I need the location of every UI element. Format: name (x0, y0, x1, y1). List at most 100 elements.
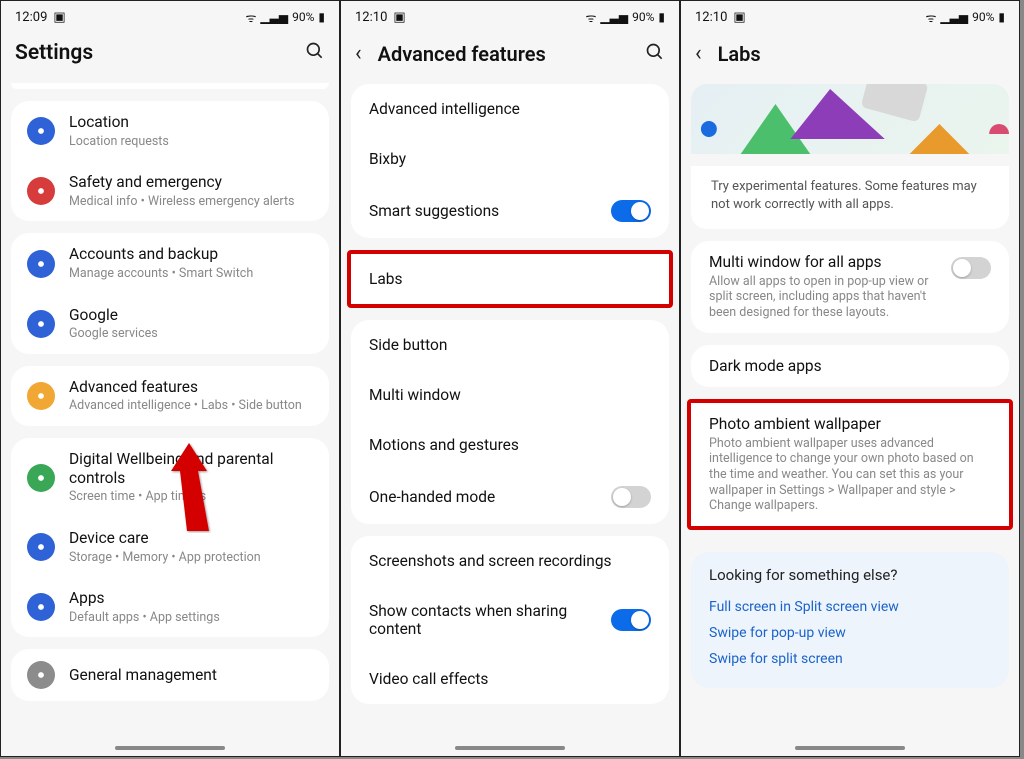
item-title: Apps (69, 589, 313, 608)
feature-label: Motions and gestures (369, 436, 651, 454)
back-button[interactable]: ‹ (355, 41, 364, 66)
status-time: 12:10 (695, 10, 727, 25)
item-subtitle: Location requests (69, 134, 313, 150)
settings-item-apps[interactable]: AppsDefault apps • App settings (11, 577, 329, 637)
settings-item-google[interactable]: GoogleGoogle services (11, 294, 329, 354)
battery-icon: ▮ (998, 10, 1005, 24)
feature-label: Multi window (369, 386, 651, 404)
labs-item-title: Dark mode apps (709, 357, 991, 376)
item-subtitle: Medical info • Wireless emergency alerts (69, 194, 313, 210)
page-title: Settings (15, 41, 291, 65)
feature-label: Show contacts when sharing content (369, 602, 611, 638)
feature-item-advanced-intelligence[interactable]: Advanced intelligence (351, 84, 669, 134)
labs-item-title: Multi window for all apps (709, 253, 939, 272)
search-icon (645, 42, 665, 62)
gesture-handle[interactable] (795, 746, 905, 750)
settings-group: Location Location requests Safety and emer… (11, 101, 329, 221)
header: ‹ Labs (681, 33, 1019, 84)
labs-item-multi-window-for-all-apps[interactable]: Multi window for all apps Allow all apps … (691, 241, 1009, 332)
search-icon (305, 41, 325, 61)
settings-item-safety-and-emergency[interactable]: Safety and emergency Medical info • Wirel… (11, 161, 329, 221)
settings-item-general-management[interactable]: General management (11, 649, 329, 701)
settings-group: Accounts and backupManage accounts • Sma… (11, 233, 329, 353)
signal-icon: ▁▃▅ (940, 10, 968, 24)
feature-item-smart-suggestions[interactable]: Smart suggestions (351, 184, 669, 238)
help-link[interactable]: Swipe for pop-up view (709, 620, 991, 646)
settings-item-accounts-and-backup[interactable]: Accounts and backupManage accounts • Sma… (11, 233, 329, 293)
feature-item-bixby[interactable]: Bixby (351, 134, 669, 184)
labs-item-dark-mode-apps[interactable]: Dark mode apps (691, 345, 1009, 388)
screen-labs: 12:10 ▣ ᯤ ▁▃▅ 90% ▮ ‹ Labs Try experimen… (680, 0, 1020, 757)
help-link[interactable]: Full screen in Split screen view (709, 594, 991, 620)
item-subtitle: Manage accounts • Smart Switch (69, 266, 313, 282)
feature-label: One-handed mode (369, 488, 611, 506)
feature-label: Advanced intelligence (369, 100, 651, 118)
settings-item-location[interactable]: Location Location requests (11, 101, 329, 161)
gear-icon (27, 382, 55, 410)
help-card: Looking for something else?Full screen i… (691, 552, 1009, 688)
feature-group: Side button Multi window Motions and gestu… (351, 320, 669, 524)
labs-list: Try experimental features. Some features… (681, 84, 1019, 756)
item-subtitle: Storage • Memory • App protection (69, 550, 313, 566)
feature-group: Labs (347, 250, 673, 308)
battery-icon: ▮ (658, 10, 665, 24)
item-title: General management (69, 666, 313, 685)
labs-item-desc: Allow all apps to open in pop-up view or… (709, 274, 939, 321)
settings-list: Location Location requests Safety and emer… (1, 83, 339, 756)
screen-advanced-features: 12:10 ▣ ᯤ ▁▃▅ 90% ▮ ‹ Advanced features … (340, 0, 680, 757)
item-subtitle: Google services (69, 326, 313, 342)
search-button[interactable] (305, 41, 325, 65)
feature-item-side-button[interactable]: Side button (351, 320, 669, 370)
toggle-switch[interactable] (951, 257, 991, 279)
battery-text: 90% (292, 10, 314, 24)
screenshot-icon: ▣ (393, 10, 405, 25)
labs-intro: Try experimental features. Some features… (691, 166, 1009, 229)
siren-icon (27, 177, 55, 205)
feature-item-labs[interactable]: Labs (351, 254, 669, 304)
back-button[interactable]: ‹ (695, 41, 704, 66)
feature-item-video-call-effects[interactable]: Video call effects (351, 654, 669, 704)
gesture-handle[interactable] (455, 746, 565, 750)
screenshot-icon: ▣ (53, 10, 65, 25)
toggle-switch[interactable] (611, 609, 651, 631)
toggle-switch[interactable] (611, 486, 651, 508)
management-icon (27, 661, 55, 689)
feature-item-screenshots-and-screen-recordings[interactable]: Screenshots and screen recordings (351, 536, 669, 586)
item-subtitle: Screen time • App timers (69, 489, 313, 505)
sync-icon (27, 250, 55, 278)
location-icon (27, 117, 55, 145)
settings-item-advanced-features[interactable]: Advanced featuresAdvanced intelligence •… (11, 366, 329, 426)
settings-group: Advanced featuresAdvanced intelligence •… (11, 366, 329, 426)
feature-group: Advanced intelligence Bixby Smart suggesti… (351, 84, 669, 238)
shield-icon (27, 533, 55, 561)
feature-group: Screenshots and screen recordings Show co… (351, 536, 669, 704)
page-title: Labs (718, 42, 1005, 66)
battery-text: 90% (972, 10, 994, 24)
help-link[interactable]: Swipe for split screen (709, 646, 991, 672)
settings-item-device-care[interactable]: Device careStorage • Memory • App protec… (11, 517, 329, 577)
feature-item-show-contacts-when-sharing-content[interactable]: Show contacts when sharing content (351, 586, 669, 654)
feature-item-one-handed-mode[interactable]: One-handed mode (351, 470, 669, 524)
labs-banner (691, 84, 1009, 154)
search-button[interactable] (645, 42, 665, 66)
item-title: Google (69, 306, 313, 325)
labs-item-group: Multi window for all apps Allow all apps … (691, 241, 1009, 332)
item-title: Safety and emergency (69, 173, 313, 192)
item-title: Digital Wellbeing and parental controls (69, 450, 313, 487)
labs-item-group: Photo ambient wallpaperPhoto ambient wal… (687, 399, 1013, 530)
feature-label: Smart suggestions (369, 202, 611, 220)
labs-item-photo-ambient-wallpaper[interactable]: Photo ambient wallpaperPhoto ambient wal… (691, 403, 1009, 526)
status-bar: 12:10 ▣ ᯤ ▁▃▅ 90% ▮ (341, 1, 679, 33)
toggle-switch[interactable] (611, 200, 651, 222)
header: ‹ Advanced features (341, 33, 679, 84)
feature-item-motions-and-gestures[interactable]: Motions and gestures (351, 420, 669, 470)
feature-label: Screenshots and screen recordings (369, 552, 651, 570)
labs-item-desc: Photo ambient wallpaper uses advanced in… (709, 436, 991, 514)
item-title: Location (69, 113, 313, 132)
settings-group: Digital Wellbeing and parental controls S… (11, 438, 329, 637)
settings-item-digital-wellbeing-and-parental-controls[interactable]: Digital Wellbeing and parental controls S… (11, 438, 329, 517)
gesture-handle[interactable] (115, 746, 225, 750)
battery-text: 90% (632, 10, 654, 24)
item-title: Advanced features (69, 378, 313, 397)
feature-item-multi-window[interactable]: Multi window (351, 370, 669, 420)
